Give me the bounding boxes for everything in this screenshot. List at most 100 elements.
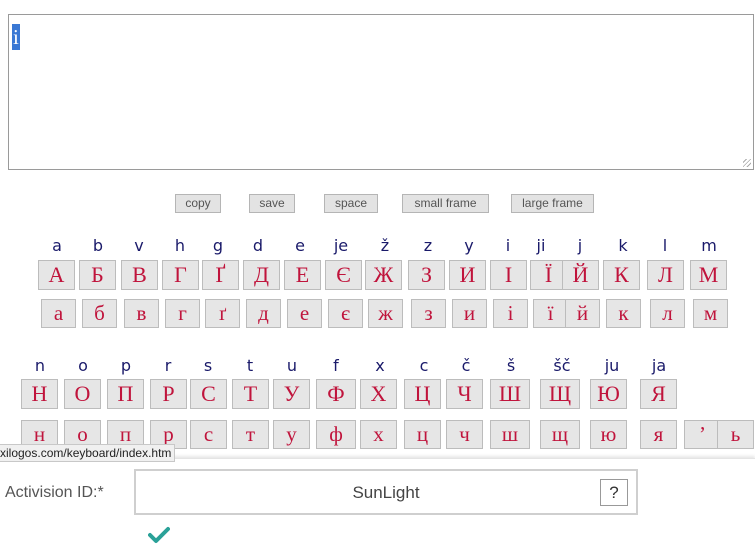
key-lower-x[interactable]: х [360, 420, 397, 449]
key-lower-s[interactable]: с [190, 420, 227, 449]
key-upper-m[interactable]: М [690, 260, 727, 290]
key-lower-u[interactable]: у [273, 420, 310, 449]
key-lower-ju[interactable]: ю [590, 420, 627, 449]
key-lower-š[interactable]: ш [490, 420, 530, 449]
key-upper-č[interactable]: Ч [446, 379, 483, 409]
latin-label: x [375, 356, 385, 375]
key-lower-z[interactable]: з [411, 299, 446, 328]
key-lower-f[interactable]: ф [316, 420, 356, 449]
key-upper-s[interactable]: С [190, 379, 227, 409]
latin-label: ž [380, 236, 390, 255]
key-upper-v[interactable]: В [121, 260, 158, 290]
large-button[interactable]: large frame [511, 194, 594, 213]
key-upper-i[interactable]: І [490, 260, 527, 290]
key-lower-šč[interactable]: щ [540, 420, 580, 449]
latin-label: t [246, 356, 254, 375]
key-upper-a[interactable]: А [38, 260, 75, 290]
key-upper-f[interactable]: Ф [316, 379, 356, 409]
key-upper-y[interactable]: И [449, 260, 486, 290]
latin-label: k [618, 236, 628, 255]
key-upper-š[interactable]: Ш [490, 379, 530, 409]
key-lower-je[interactable]: є [328, 299, 363, 328]
latin-label: a [52, 236, 62, 255]
small-button[interactable]: small frame [402, 194, 489, 213]
latin-label: u [286, 356, 298, 375]
key-upper-u[interactable]: У [273, 379, 310, 409]
latin-label: y [464, 236, 474, 255]
key-upper-ž[interactable]: Ж [365, 260, 402, 290]
key-upper-b[interactable]: Б [79, 260, 116, 290]
save-button[interactable]: save [249, 194, 295, 213]
latin-label: v [134, 236, 144, 255]
space-button[interactable]: space [324, 194, 378, 213]
key-upper-t[interactable]: Т [232, 379, 269, 409]
key-lower-e[interactable]: е [287, 299, 322, 328]
key-upper-k[interactable]: К [603, 260, 640, 290]
key-lower-j[interactable]: й [565, 299, 600, 328]
text-editor[interactable]: і [8, 14, 754, 170]
key-lower-extra-15[interactable]: ’ [684, 420, 721, 449]
latin-label: č [461, 356, 471, 375]
key-lower-h[interactable]: г [165, 299, 200, 328]
key-upper-h[interactable]: Г [162, 260, 199, 290]
key-lower-ž[interactable]: ж [368, 299, 403, 328]
key-lower-y[interactable]: и [452, 299, 487, 328]
key-upper-r[interactable]: Р [150, 379, 187, 409]
latin-label: g [212, 236, 224, 255]
latin-label: r [164, 356, 172, 375]
key-upper-šč[interactable]: Щ [540, 379, 580, 409]
key-upper-x[interactable]: Х [360, 379, 397, 409]
key-upper-z[interactable]: З [408, 260, 445, 290]
key-upper-j[interactable]: Й [562, 260, 599, 290]
activision-id-value: SunLight [352, 483, 420, 502]
key-lower-l[interactable]: л [650, 299, 685, 328]
help-button[interactable]: ? [600, 479, 628, 506]
key-lower-extra-16[interactable]: ь [717, 420, 754, 449]
latin-label: d [252, 236, 264, 255]
key-lower-ji[interactable]: ї [533, 299, 568, 328]
key-upper-je[interactable]: Є [325, 260, 362, 290]
latin-label: š [506, 356, 516, 375]
latin-label: j [577, 236, 583, 255]
key-upper-p[interactable]: П [107, 379, 144, 409]
latin-label: c [419, 356, 429, 375]
check-icon [148, 527, 170, 543]
key-lower-c[interactable]: ц [404, 420, 441, 449]
latin-label: o [78, 356, 88, 375]
latin-label: f [333, 356, 339, 375]
latin-label: je [333, 236, 349, 255]
key-lower-g[interactable]: ґ [205, 299, 240, 328]
resize-grip-icon[interactable] [743, 159, 751, 167]
latin-label: ji [536, 236, 546, 255]
latin-label: n [34, 356, 46, 375]
key-upper-o[interactable]: О [64, 379, 101, 409]
key-lower-m[interactable]: м [693, 299, 728, 328]
copy-button[interactable]: copy [175, 194, 221, 213]
latin-label: s [203, 356, 213, 375]
key-lower-k[interactable]: к [606, 299, 641, 328]
key-upper-e[interactable]: Е [284, 260, 321, 290]
status-url-tooltip: xilogos.com/keyboard/index.htm [0, 444, 176, 462]
key-upper-d[interactable]: Д [243, 260, 280, 290]
key-lower-t[interactable]: т [232, 420, 269, 449]
key-upper-ja[interactable]: Я [640, 379, 677, 409]
key-lower-v[interactable]: в [124, 299, 159, 328]
key-upper-c[interactable]: Ц [404, 379, 441, 409]
latin-label: b [92, 236, 104, 255]
activision-id-field[interactable]: SunLight ? [134, 469, 638, 515]
activision-id-label: Activision ID:* [5, 484, 104, 501]
key-lower-b[interactable]: б [82, 299, 117, 328]
key-lower-č[interactable]: ч [446, 420, 483, 449]
key-lower-d[interactable]: д [246, 299, 281, 328]
key-upper-ju[interactable]: Ю [590, 379, 627, 409]
latin-label: l [662, 236, 668, 255]
key-upper-g[interactable]: Ґ [202, 260, 239, 290]
key-lower-i[interactable]: і [493, 299, 528, 328]
key-lower-a[interactable]: а [41, 299, 76, 328]
key-upper-n[interactable]: Н [21, 379, 58, 409]
selected-text: і [12, 24, 20, 50]
key-upper-l[interactable]: Л [647, 260, 684, 290]
latin-label: e [295, 236, 305, 255]
key-lower-ja[interactable]: я [640, 420, 677, 449]
latin-label: m [701, 236, 717, 255]
